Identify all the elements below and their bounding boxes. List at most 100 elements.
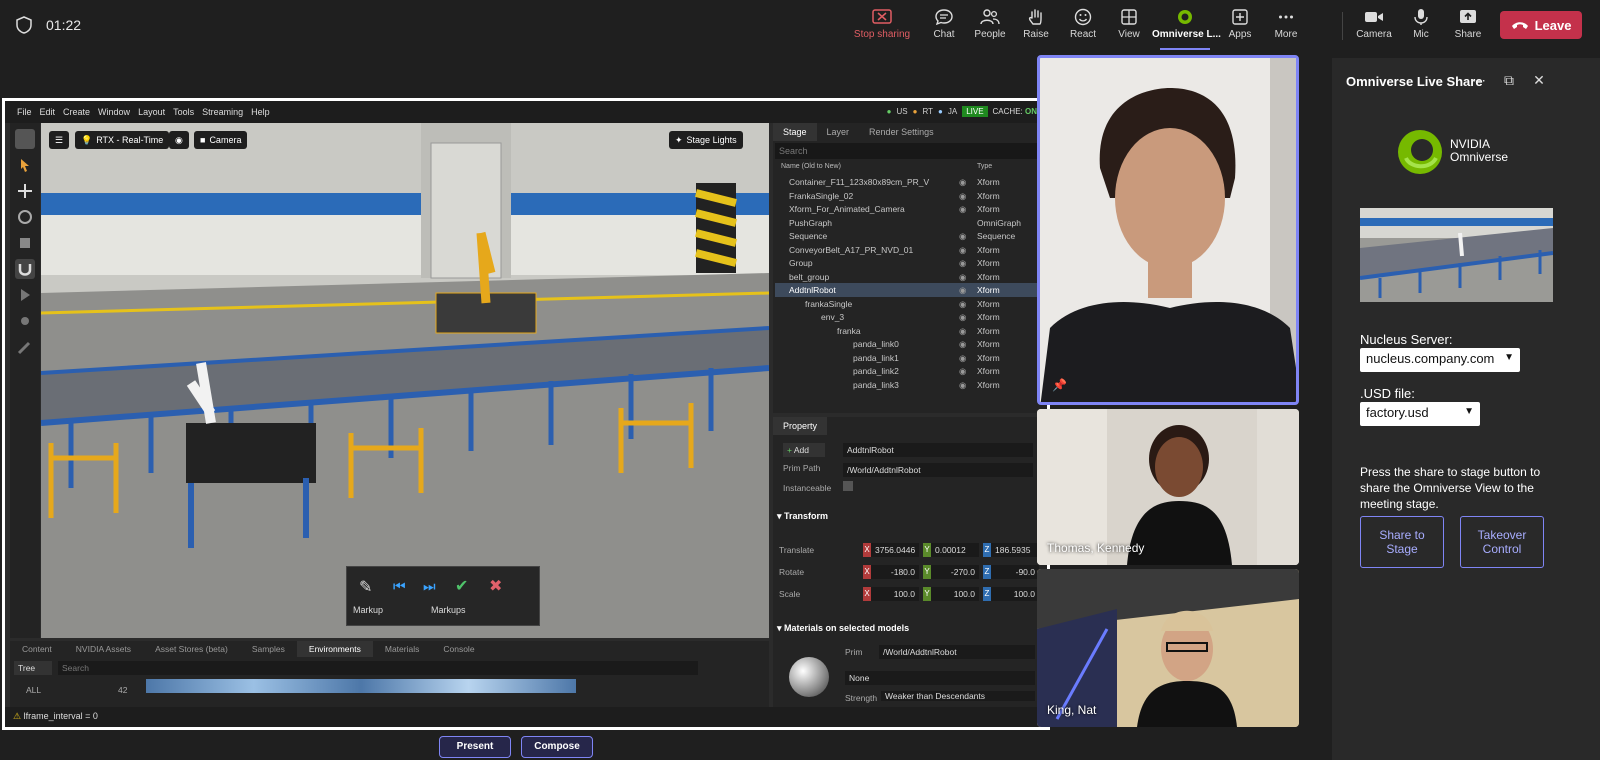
content-search-input[interactable]: Search xyxy=(58,661,698,675)
translate-x-field[interactable]: 3756.0446 xyxy=(871,543,919,557)
physics-tool-icon[interactable] xyxy=(15,311,35,331)
participant-tile-active[interactable]: 📌 xyxy=(1037,55,1299,405)
tab-console[interactable]: Console xyxy=(431,641,486,657)
ellipsis-icon[interactable]: ⋯ xyxy=(1470,72,1488,90)
menu-file[interactable]: File xyxy=(17,107,32,117)
eye-icon[interactable]: ◉ xyxy=(959,339,966,350)
scale-y-field[interactable]: 100.0 xyxy=(931,587,979,601)
translate-z-field[interactable]: 186.5935 xyxy=(991,543,1039,557)
tab-samples[interactable]: Samples xyxy=(240,641,297,657)
pencil-icon[interactable]: ✎ xyxy=(359,577,372,597)
scale-z-field[interactable]: 100.0 xyxy=(991,587,1039,601)
stage-row[interactable]: Sequence ◉ Sequence xyxy=(775,229,1043,243)
stage-row[interactable]: Xform_For_Animated_Camera ◉ Xform xyxy=(775,202,1043,216)
share-button[interactable]: Share xyxy=(1439,6,1497,46)
materials-section[interactable]: ▾ Materials on selected models xyxy=(777,623,909,634)
eye-icon[interactable]: ◉ xyxy=(959,285,966,296)
prim-path-field[interactable]: /World/AddtnlRobot xyxy=(843,463,1033,477)
rotate-label[interactable]: Rotate xyxy=(779,567,804,577)
arrow-tool-icon[interactable] xyxy=(15,155,35,175)
stage-row[interactable]: env_3 ◉ Xform xyxy=(775,310,1043,324)
accept-markup-icon[interactable]: ✔ xyxy=(455,576,468,596)
tab-content[interactable]: Content xyxy=(10,641,64,657)
stage-row[interactable]: FrankaSingle_02 ◉ Xform xyxy=(775,189,1043,203)
stage-row[interactable]: Group ◉ Xform xyxy=(775,256,1043,270)
strength-select[interactable]: Weaker than Descendants xyxy=(881,691,1035,701)
material-prim-field[interactable]: /World/AddtnlRobot xyxy=(879,645,1035,659)
select-tool-icon[interactable] xyxy=(15,129,35,149)
transform-section[interactable]: ▾ Transform xyxy=(777,511,828,522)
tab-render-settings[interactable]: Render Settings xyxy=(859,123,944,141)
menu-tools[interactable]: Tools xyxy=(173,107,194,117)
omniverse-app-button[interactable]: Omniverse L... xyxy=(1152,6,1221,50)
stage-row[interactable]: PushGraph OmniGraph xyxy=(775,216,1043,230)
stage-search-input[interactable]: Search xyxy=(775,143,1045,159)
close-icon[interactable]: ✕ xyxy=(1530,72,1548,90)
pin-icon[interactable]: 📌 xyxy=(1052,378,1067,392)
stage-row[interactable]: ConveyorBelt_A17_PR_NVD_01 ◉ Xform xyxy=(775,243,1043,257)
snap-tool-icon[interactable] xyxy=(15,259,35,279)
camera-select[interactable]: ■ Camera xyxy=(194,131,248,149)
takeover-control-button[interactable]: Takeover Control xyxy=(1460,516,1544,568)
scale-x-field[interactable]: 100.0 xyxy=(871,587,919,601)
viewport-settings-button[interactable]: ☰ xyxy=(49,131,70,149)
tab-stage[interactable]: Stage xyxy=(773,123,817,141)
participant-tile[interactable]: King, Nat xyxy=(1037,569,1299,727)
tab-materials[interactable]: Materials xyxy=(373,641,431,657)
translate-y-field[interactable]: 0.00012 xyxy=(931,543,979,557)
previous-markup-icon[interactable]: ⏮ xyxy=(393,578,406,595)
rotate-tool-icon[interactable] xyxy=(15,207,35,227)
stage-row[interactable]: panda_link3 ◉ Xform xyxy=(775,378,1043,392)
name-column-header[interactable]: Name (Old to New) xyxy=(781,163,841,170)
pop-out-icon[interactable]: ⧉ xyxy=(1500,72,1518,90)
visibility-button[interactable]: ◉ xyxy=(169,131,189,149)
eye-icon[interactable]: ◉ xyxy=(959,312,966,323)
menu-create[interactable]: Create xyxy=(63,107,90,117)
stage-row[interactable]: belt_group ◉ Xform xyxy=(775,270,1043,284)
menu-layout[interactable]: Layout xyxy=(138,107,165,117)
leave-button[interactable]: Leave xyxy=(1500,11,1582,39)
participant-tile[interactable]: Thomas, Kennedy xyxy=(1037,409,1299,565)
tree-toggle[interactable]: Tree xyxy=(14,661,52,675)
rotate-y-field[interactable]: -270.0 xyxy=(931,565,979,579)
compose-button[interactable]: Compose xyxy=(521,736,593,758)
scale-tool-icon[interactable] xyxy=(15,233,35,253)
view-button[interactable]: View xyxy=(1100,6,1158,46)
stage-row[interactable]: panda_link2 ◉ Xform xyxy=(775,364,1043,378)
eye-icon[interactable]: ◉ xyxy=(959,191,966,202)
eye-icon[interactable]: ◉ xyxy=(959,177,966,188)
eye-icon[interactable]: ◉ xyxy=(959,245,966,256)
stage-row[interactable]: frankaSingle ◉ Xform xyxy=(775,297,1043,311)
eye-icon[interactable]: ◉ xyxy=(959,353,966,364)
menu-help[interactable]: Help xyxy=(251,107,270,117)
play-tool-icon[interactable] xyxy=(15,285,35,305)
share-to-stage-button[interactable]: Share to Stage xyxy=(1360,516,1444,568)
move-tool-icon[interactable] xyxy=(15,181,35,201)
eye-icon[interactable]: ◉ xyxy=(959,204,966,215)
eye-icon[interactable]: ◉ xyxy=(959,299,966,310)
menu-edit[interactable]: Edit xyxy=(40,107,56,117)
rotate-x-field[interactable]: -180.0 xyxy=(871,565,919,579)
menu-window[interactable]: Window xyxy=(98,107,130,117)
eye-icon[interactable]: ◉ xyxy=(959,366,966,377)
eye-icon[interactable]: ◉ xyxy=(959,272,966,283)
stage-row-selected[interactable]: AddtnlRobot ◉ Xform xyxy=(775,283,1043,297)
instanceable-checkbox[interactable] xyxy=(843,481,853,491)
menu-streaming[interactable]: Streaming xyxy=(202,107,243,117)
more-button[interactable]: More xyxy=(1257,6,1315,46)
stop-sharing-button[interactable]: Stop sharing xyxy=(853,6,911,46)
3d-viewport[interactable]: ☰ 💡 RTX - Real-Time ◉ ■ Camera ✦ Stage Ligh… xyxy=(41,123,769,638)
add-button[interactable]: + Add xyxy=(783,443,825,457)
eye-icon[interactable]: ◉ xyxy=(959,258,966,269)
paint-tool-icon[interactable] xyxy=(15,337,35,357)
stage-lights-select[interactable]: ✦ Stage Lights xyxy=(669,131,743,149)
stage-row[interactable]: panda_link0 ◉ Xform xyxy=(775,337,1043,351)
rotate-z-field[interactable]: -90.0 xyxy=(991,565,1039,579)
tab-asset-stores[interactable]: Asset Stores (beta) xyxy=(143,641,240,657)
live-badge[interactable]: LIVE xyxy=(962,106,988,117)
material-select[interactable]: None xyxy=(845,671,1035,685)
eye-icon[interactable]: ◉ xyxy=(959,231,966,242)
type-column-header[interactable]: Type xyxy=(977,163,992,170)
stage-row[interactable]: panda_link1 ◉ Xform xyxy=(775,351,1043,365)
renderer-select[interactable]: 💡 RTX - Real-Time xyxy=(75,131,170,149)
